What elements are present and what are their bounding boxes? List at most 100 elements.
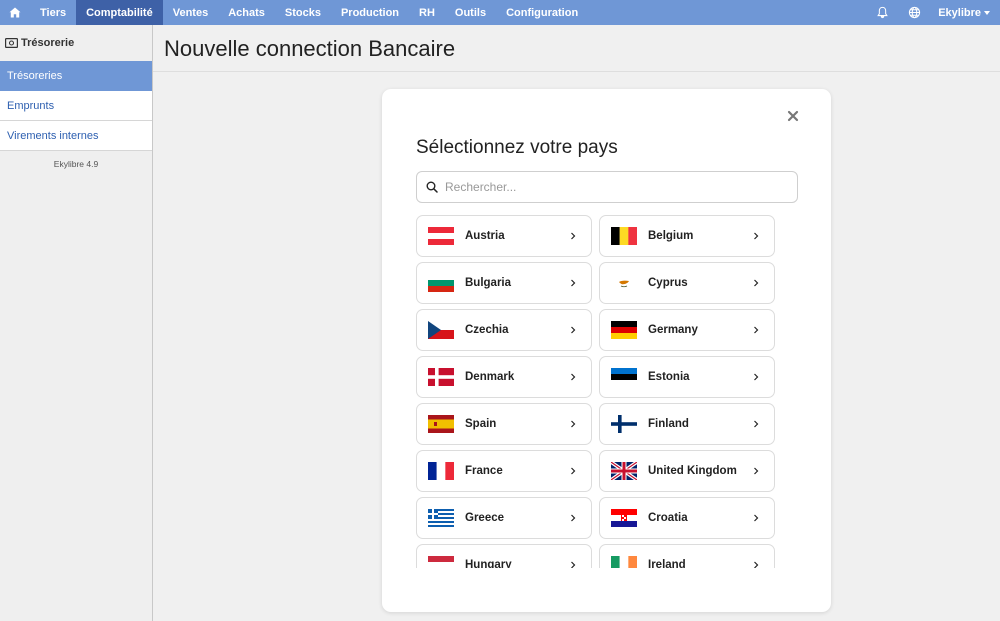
page-title: Nouvelle connection Bancaire bbox=[164, 36, 456, 61]
chevron-right-icon bbox=[746, 232, 766, 240]
country-name: Germany bbox=[648, 324, 698, 336]
chevron-right-icon bbox=[563, 279, 583, 287]
country-name: Ireland bbox=[648, 559, 686, 568]
banknote-icon bbox=[5, 38, 18, 48]
country-option-denmark[interactable]: Denmark bbox=[416, 356, 592, 398]
country-option-estonia[interactable]: Estonia bbox=[599, 356, 775, 398]
united-kingdom-flag-icon bbox=[611, 462, 637, 480]
croatia-flag-icon bbox=[611, 509, 637, 527]
france-flag-icon bbox=[428, 462, 454, 480]
nav-item-rh[interactable]: RH bbox=[409, 0, 445, 25]
country-name: Cyprus bbox=[648, 277, 688, 289]
nav-item-configuration[interactable]: Configuration bbox=[496, 0, 588, 25]
country-name: Estonia bbox=[648, 371, 690, 383]
country-name: Belgium bbox=[648, 230, 694, 242]
nav-item-comptabilit-[interactable]: Comptabilité bbox=[76, 0, 163, 25]
notifications-button[interactable] bbox=[866, 0, 898, 25]
germany-flag-icon bbox=[611, 321, 637, 339]
nav-item-outils[interactable]: Outils bbox=[445, 0, 496, 25]
country-name: Hungary bbox=[465, 559, 512, 568]
country-name: France bbox=[465, 465, 503, 477]
country-name: Austria bbox=[465, 230, 505, 242]
bulgaria-flag-icon bbox=[428, 274, 454, 292]
app-version: Ekylibre 4.9 bbox=[53, 159, 99, 169]
denmark-flag-icon bbox=[428, 368, 454, 386]
hungary-flag-icon bbox=[428, 556, 454, 568]
estonia-flag-icon bbox=[611, 368, 637, 386]
sidebar-item-virements-internes[interactable]: Virements internes bbox=[0, 121, 152, 151]
user-menu[interactable]: Ekylibre bbox=[930, 7, 1000, 19]
country-option-belgium[interactable]: Belgium bbox=[599, 215, 775, 257]
chevron-right-icon bbox=[563, 373, 583, 381]
top-navbar: Tiers Comptabilité Ventes Achats Stocks Produ… bbox=[0, 0, 1000, 25]
finland-flag-icon bbox=[611, 415, 637, 433]
country-option-ireland[interactable]: Ireland bbox=[599, 544, 775, 568]
country-list[interactable]: Austria Belgium Bulgaria Cyprus Czechia Germa… bbox=[416, 215, 778, 568]
bell-icon bbox=[876, 6, 888, 19]
country-option-bulgaria[interactable]: Bulgaria bbox=[416, 262, 592, 304]
country-option-germany[interactable]: Germany bbox=[599, 309, 775, 351]
austria-flag-icon bbox=[428, 227, 454, 245]
country-name: Denmark bbox=[465, 371, 515, 383]
ireland-flag-icon bbox=[611, 556, 637, 568]
sidebar-heading-label: Trésorerie bbox=[21, 37, 75, 49]
country-name: Spain bbox=[465, 418, 497, 430]
user-menu-label: Ekylibre bbox=[938, 6, 981, 19]
modal-title: Sélectionnez votre pays bbox=[416, 137, 618, 158]
cyprus-flag-icon bbox=[611, 274, 637, 292]
nav-item-tiers[interactable]: Tiers bbox=[30, 0, 76, 25]
search-box[interactable] bbox=[416, 171, 798, 203]
country-option-spain[interactable]: Spain bbox=[416, 403, 592, 445]
spain-flag-icon bbox=[428, 415, 454, 433]
nav-item-stocks[interactable]: Stocks bbox=[275, 0, 331, 25]
globe-icon bbox=[908, 6, 920, 19]
country-option-cyprus[interactable]: Cyprus bbox=[599, 262, 775, 304]
country-name: Croatia bbox=[648, 512, 688, 524]
chevron-right-icon bbox=[563, 514, 583, 522]
chevron-right-icon bbox=[563, 420, 583, 428]
chevron-right-icon bbox=[563, 326, 583, 334]
country-name: United Kingdom bbox=[648, 465, 737, 477]
home-icon bbox=[9, 7, 21, 18]
country-option-czechia[interactable]: Czechia bbox=[416, 309, 592, 351]
chevron-right-icon bbox=[746, 420, 766, 428]
close-button[interactable] bbox=[786, 109, 800, 123]
country-name: Finland bbox=[648, 418, 689, 430]
country-name: Greece bbox=[465, 512, 505, 524]
chevron-right-icon bbox=[563, 467, 583, 475]
country-option-united-kingdom[interactable]: United Kingdom bbox=[599, 450, 775, 492]
sidebar-heading: Trésorerie bbox=[0, 25, 152, 61]
country-option-france[interactable]: France bbox=[416, 450, 592, 492]
country-option-hungary[interactable]: Hungary bbox=[416, 544, 592, 568]
chevron-right-icon bbox=[746, 514, 766, 522]
country-option-croatia[interactable]: Croatia bbox=[599, 497, 775, 539]
greece-flag-icon bbox=[428, 509, 454, 527]
czechia-flag-icon bbox=[428, 321, 454, 339]
chevron-right-icon bbox=[563, 232, 583, 240]
country-name: Czechia bbox=[465, 324, 509, 336]
sidebar-item-emprunts[interactable]: Emprunts bbox=[0, 91, 152, 121]
nav-item-production[interactable]: Production bbox=[331, 0, 409, 25]
nav-item-achats[interactable]: Achats bbox=[218, 0, 275, 25]
country-select-modal: Sélectionnez votre pays Austria Belgium Bu… bbox=[382, 89, 831, 612]
chevron-right-icon bbox=[563, 561, 583, 568]
caret-down-icon bbox=[984, 10, 990, 15]
search-icon bbox=[426, 181, 438, 193]
sidebar-item-tresoreries[interactable]: Trésoreries bbox=[0, 61, 152, 91]
country-option-austria[interactable]: Austria bbox=[416, 215, 592, 257]
chevron-right-icon bbox=[746, 326, 766, 334]
language-button[interactable] bbox=[898, 0, 930, 25]
home-button[interactable] bbox=[0, 0, 30, 25]
close-icon bbox=[787, 110, 799, 122]
chevron-right-icon bbox=[746, 467, 766, 475]
belgium-flag-icon bbox=[611, 227, 637, 245]
nav-item-ventes[interactable]: Ventes bbox=[163, 0, 218, 25]
search-input[interactable] bbox=[445, 180, 775, 194]
country-option-finland[interactable]: Finland bbox=[599, 403, 775, 445]
chevron-right-icon bbox=[746, 279, 766, 287]
country-name: Bulgaria bbox=[465, 277, 512, 289]
chevron-right-icon bbox=[746, 373, 766, 381]
sidebar: Trésorerie Trésoreries Emprunts Virements … bbox=[0, 25, 153, 621]
country-option-greece[interactable]: Greece bbox=[416, 497, 592, 539]
chevron-right-icon bbox=[746, 561, 766, 568]
